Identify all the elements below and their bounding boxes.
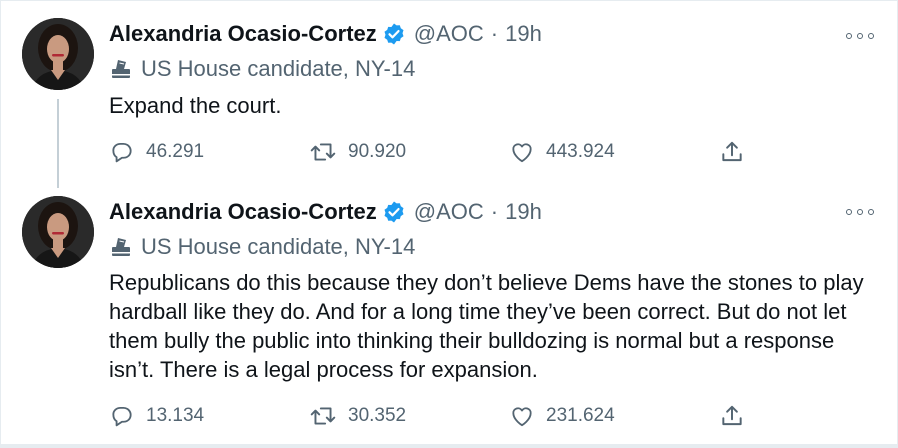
reply-button[interactable]: 13.134: [109, 398, 204, 434]
tweet-actions: 13.134 30.352 231.624: [109, 398, 759, 434]
tweet-text: Expand the court.: [109, 93, 282, 118]
tweet-header: Alexandria Ocasio-Cortez @AOC · 19h: [109, 194, 868, 230]
verified-badge-icon: [382, 22, 406, 46]
author-handle[interactable]: @AOC: [414, 21, 484, 47]
like-count: 443.924: [546, 141, 615, 162]
more-options-icon[interactable]: [846, 204, 874, 220]
retweet-icon: [309, 403, 337, 429]
account-label: US House candidate, NY-14: [109, 52, 868, 86]
separator-dot: ·: [490, 21, 499, 46]
tweet-header: Alexandria Ocasio-Cortez @AOC · 19h: [109, 16, 868, 52]
author-name[interactable]: Alexandria Ocasio-Cortez: [109, 21, 377, 47]
retweet-count: 30.352: [348, 405, 407, 426]
like-count: 231.624: [546, 405, 615, 426]
ballot-box-icon: [109, 57, 133, 81]
verified-badge-icon: [382, 200, 406, 224]
share-button[interactable]: [719, 134, 745, 170]
heart-icon: [509, 403, 535, 429]
tweet-content: Alexandria Ocasio-Cortez @AOC · 19h US H…: [109, 194, 868, 384]
tweet[interactable]: Alexandria Ocasio-Cortez @AOC · 19h US H…: [0, 0, 898, 188]
ballot-box-icon: [109, 235, 133, 259]
more-options-icon[interactable]: [846, 28, 874, 44]
tweet-timestamp[interactable]: 19h: [505, 21, 542, 47]
retweet-icon: [309, 139, 337, 165]
bottom-divider: [0, 444, 898, 448]
avatar[interactable]: [22, 196, 94, 268]
tweet-actions: 46.291 90.920 443.924: [109, 134, 759, 170]
reply-icon: [109, 403, 135, 429]
account-label: US House candidate, NY-14: [109, 230, 868, 264]
share-icon: [719, 139, 745, 165]
reply-count: 13.134: [146, 405, 205, 426]
separator-dot: ·: [490, 199, 499, 224]
tweet-content: Alexandria Ocasio-Cortez @AOC · 19h US H…: [109, 16, 868, 120]
reply-icon: [109, 139, 135, 165]
tweet-timestamp[interactable]: 19h: [505, 199, 542, 225]
tweet-text: Republicans do this because they don’t b…: [109, 270, 864, 382]
heart-icon: [509, 139, 535, 165]
author-handle[interactable]: @AOC: [414, 199, 484, 225]
author-name[interactable]: Alexandria Ocasio-Cortez: [109, 199, 377, 225]
retweet-button[interactable]: 90.920: [309, 134, 406, 170]
retweet-button[interactable]: 30.352: [309, 398, 406, 434]
share-button[interactable]: [719, 398, 745, 434]
tweet[interactable]: Alexandria Ocasio-Cortez @AOC · 19h US H…: [0, 188, 898, 444]
avatar[interactable]: [22, 18, 94, 90]
reply-button[interactable]: 46.291: [109, 134, 204, 170]
reply-count: 46.291: [146, 141, 205, 162]
like-button[interactable]: 231.624: [509, 398, 615, 434]
account-label-text: US House candidate, NY-14: [141, 56, 416, 81]
like-button[interactable]: 443.924: [509, 134, 615, 170]
account-label-text: US House candidate, NY-14: [141, 234, 416, 259]
retweet-count: 90.920: [348, 141, 407, 162]
share-icon: [719, 403, 745, 429]
